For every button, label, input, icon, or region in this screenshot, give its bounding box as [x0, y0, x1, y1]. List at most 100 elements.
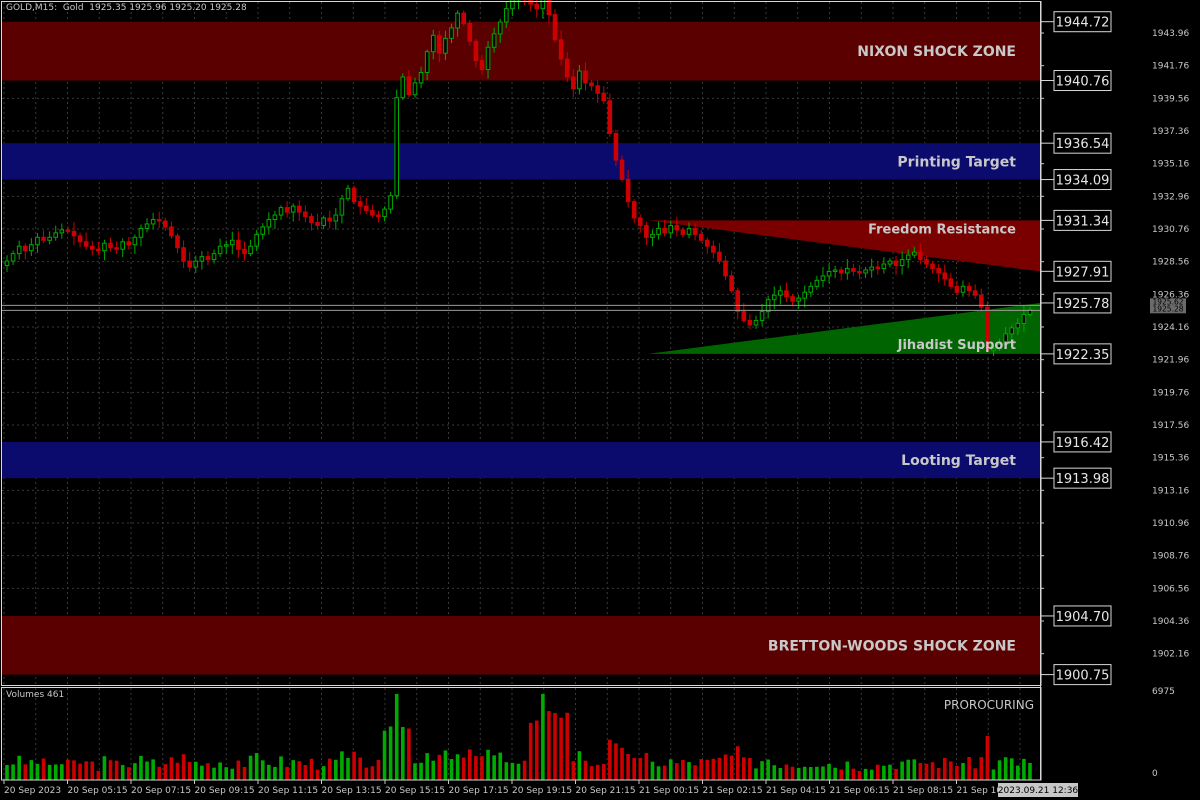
volume-bar: [608, 739, 612, 780]
candle-body: [376, 214, 381, 218]
nixon-zone-label: NIXON SHOCK ZONE: [857, 44, 1016, 60]
candle-body: [22, 245, 28, 252]
volume-bar: [108, 760, 113, 780]
volumes-header: Volumes 461: [6, 690, 65, 700]
volume-bar: [729, 755, 734, 780]
volume-bar: [425, 753, 429, 780]
volume-bar: [766, 759, 770, 780]
candle-body: [163, 220, 168, 228]
volume-bar: [815, 766, 819, 780]
candle-body: [370, 210, 375, 216]
candle-body: [437, 34, 442, 54]
candle-body: [851, 267, 856, 272]
candle-body: [778, 290, 783, 296]
volume-bar: [735, 746, 740, 780]
price-tick-label: 1915.36: [1152, 454, 1189, 464]
candle-body: [321, 217, 326, 226]
volume-bar: [1022, 758, 1026, 780]
volume-bar: [699, 759, 703, 780]
candle-body: [857, 270, 862, 274]
volume-bar: [254, 753, 259, 780]
volume-bar: [845, 761, 850, 780]
candle-body: [205, 256, 211, 261]
price-box-label: 1927.91: [1056, 265, 1110, 280]
candle-body: [942, 272, 948, 280]
volume-bar: [1003, 757, 1008, 780]
volume-bar: [486, 749, 490, 780]
candle-body: [820, 275, 826, 281]
candle-body: [467, 22, 473, 42]
candle-body: [564, 58, 570, 78]
candle-body: [601, 92, 607, 102]
candle-body: [704, 239, 710, 247]
candle-body: [400, 76, 406, 99]
volume-bar: [41, 758, 46, 780]
time-label: 20 Sep 21:15: [576, 786, 636, 796]
volume-bar: [169, 757, 174, 780]
volume-bar: [187, 761, 192, 780]
volume-bar: [394, 694, 399, 780]
volume-bar: [346, 757, 350, 780]
price-tick-label: 1941.76: [1152, 62, 1189, 72]
price-tick-label: 1932.96: [1152, 192, 1189, 202]
volume-bar: [334, 759, 338, 780]
volume-bar: [711, 758, 716, 780]
candle-body: [534, 3, 540, 10]
candle-body: [504, 8, 509, 23]
candle-body: [156, 218, 162, 222]
candle-body: [711, 245, 716, 253]
volume-bar: [589, 766, 594, 780]
volume-bar: [973, 768, 977, 780]
candle-body: [887, 260, 893, 265]
price-tick-label: 1913.16: [1152, 486, 1189, 496]
volume-bar: [114, 760, 119, 780]
candle-body: [217, 245, 223, 255]
volume-bar: [364, 767, 369, 780]
candle-body: [790, 296, 795, 302]
volume-bar: [632, 758, 636, 780]
volume-bar: [175, 762, 180, 780]
candle-body: [650, 233, 655, 238]
volume-bar: [267, 764, 271, 780]
candle-body: [759, 311, 765, 321]
candle-body: [388, 195, 393, 210]
candle-body: [802, 291, 807, 299]
price-tick-label: 1924.16: [1152, 323, 1189, 333]
candle-body: [796, 297, 801, 302]
volume-bar: [961, 763, 965, 780]
jihadist-support-label: Jihadist Support: [897, 338, 1016, 353]
volume-bar: [626, 754, 630, 780]
candle-body: [59, 229, 65, 234]
volume-bar: [407, 728, 411, 780]
volume-bar: [96, 770, 101, 780]
volume-bar: [193, 761, 198, 780]
volume-bar: [656, 766, 661, 780]
volume-bar: [924, 763, 929, 780]
volume-bar: [449, 759, 454, 780]
volume-bar: [181, 754, 186, 780]
time-label: 21 Sep 02:15: [703, 786, 763, 796]
volume-bar: [742, 757, 746, 780]
candle-body: [230, 239, 235, 246]
candle-body: [558, 39, 564, 60]
chart-canvas[interactable]: NIXON SHOCK ZONE Printing Target Looting T…: [0, 0, 1200, 800]
candle-body: [443, 37, 448, 54]
candle-body: [954, 285, 960, 293]
candle-body: [619, 159, 625, 180]
candle-body: [741, 311, 747, 321]
volume-bar: [340, 751, 344, 780]
volume-bar: [102, 756, 107, 780]
volume-bar: [413, 763, 417, 780]
volume-bar: [675, 763, 679, 780]
volume-bar: [821, 766, 825, 780]
candle-body: [771, 294, 777, 301]
volume-bar: [583, 760, 588, 780]
volume-bar: [151, 759, 155, 780]
volume-bar: [35, 763, 40, 780]
candle-body: [692, 227, 698, 235]
candle-body: [242, 248, 247, 255]
volume-bar: [894, 768, 898, 780]
volume-bar: [936, 768, 941, 780]
time-label: 20 Sep 07:15: [131, 786, 191, 796]
price-box-label: 1934.09: [1056, 174, 1110, 189]
